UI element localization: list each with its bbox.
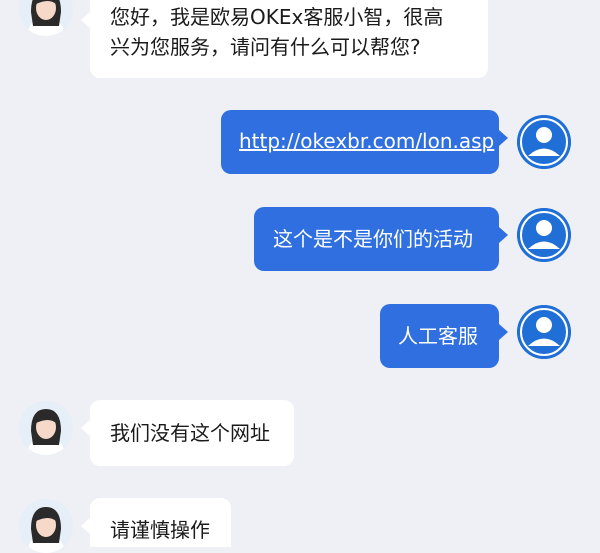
message-row-agent: 请谨慎操作 — [0, 497, 600, 553]
agent-portrait-icon[interactable] — [19, 499, 73, 553]
user-silhouette-icon[interactable] — [517, 208, 571, 262]
agent-message-bubble: 您好，我是欧易OKEx客服小智，很高 兴为您服务，请问有什么可以帮您? — [81, 0, 488, 78]
message-link[interactable]: http://okexbr.com/lon.asp — [239, 129, 494, 153]
message-text-line: 兴为您服务，请问有什么可以帮您? — [110, 35, 421, 59]
chat-conversation: 您好，我是欧易OKEx客服小智，很高 兴为您服务，请问有什么可以帮您? http… — [0, 0, 600, 553]
message-text: 这个是不是你们的活动 — [273, 227, 473, 251]
message-text: 人工客服 — [398, 324, 478, 348]
message-row-agent: 我们没有这个网址 — [0, 400, 600, 470]
message-row-user: 人工客服 — [0, 302, 600, 372]
message-row-user: 这个是不是你们的活动 — [0, 205, 600, 275]
agent-portrait-icon[interactable] — [19, 401, 73, 455]
message-text: 我们没有这个网址 — [110, 421, 270, 445]
message-row-agent: 您好，我是欧易OKEx客服小智，很高 兴为您服务，请问有什么可以帮您? — [0, 0, 600, 80]
user-message-bubble: 这个是不是你们的活动 — [254, 207, 508, 271]
user-message-bubble: http://okexbr.com/lon.asp — [221, 110, 508, 174]
user-silhouette-icon[interactable] — [517, 305, 571, 359]
agent-message-bubble: 请谨慎操作 — [81, 498, 231, 547]
user-silhouette-icon[interactable] — [517, 115, 571, 169]
agent-portrait-icon[interactable] — [19, 0, 73, 36]
message-text-line: 您好，我是欧易OKEx客服小智，很高 — [110, 5, 444, 29]
message-row-user: http://okexbr.com/lon.asp — [0, 108, 600, 178]
user-message-bubble: 人工客服 — [380, 304, 508, 368]
message-text: 请谨慎操作 — [110, 518, 210, 542]
agent-message-bubble: 我们没有这个网址 — [81, 400, 294, 466]
